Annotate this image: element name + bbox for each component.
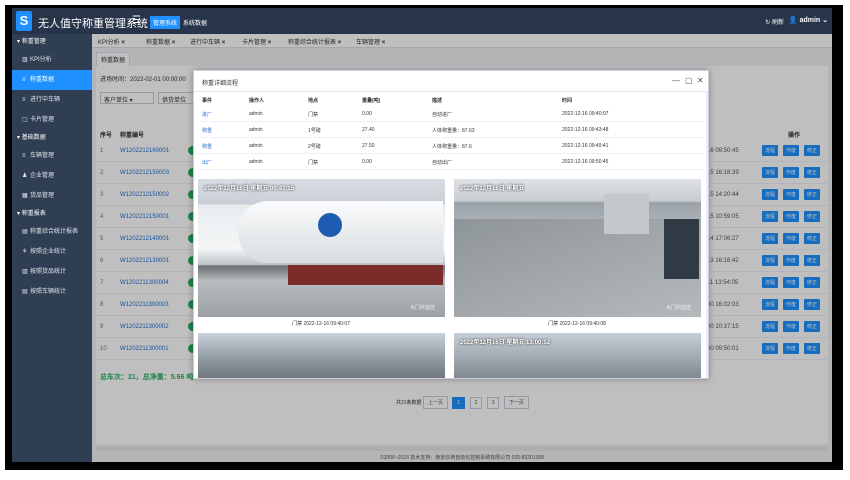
sidebar-item-companies[interactable]: ♟ 企业管理 bbox=[12, 166, 92, 186]
camera-photo-entry-inside[interactable]: 2022年12月16日 星期五 大门内监控 bbox=[454, 179, 701, 317]
app-logo: S bbox=[16, 11, 32, 31]
modal-cell-weight: 0.00 bbox=[362, 159, 372, 165]
modal-cell-event: 进厂 bbox=[202, 112, 213, 118]
user-icon: ♟ bbox=[22, 173, 28, 179]
camera-photo-scale-1[interactable] bbox=[198, 333, 445, 378]
tank-truck-shape bbox=[238, 201, 443, 263]
bar-chart-icon: ▥ bbox=[22, 269, 28, 275]
photo-caption: 门禁 2022-12-16 09:40:08 bbox=[548, 321, 606, 327]
user-menu[interactable]: 👤 admin ⌄ bbox=[789, 16, 828, 24]
modal-cell-location: 门禁 bbox=[308, 112, 319, 118]
sidebar-item-by-vehicle[interactable]: ▤ 按照车辆统计 bbox=[12, 282, 92, 302]
modal-cell-description: 自动出厂 bbox=[432, 160, 453, 166]
modal-cell-time: 2022-12-16 09:43:48 bbox=[562, 127, 609, 133]
sidebar-item-goods[interactable]: ▦ 货品管理 bbox=[12, 186, 92, 206]
photo-timestamp: 2022年12月16日 星期五 13:00:52 bbox=[460, 340, 551, 346]
modal-table-row: 进厂 admin 门禁 0.00 自动进厂 2022-12-16 09:40:07 bbox=[198, 106, 704, 122]
modal-cell-description: 自动进厂 bbox=[432, 112, 453, 118]
sidebar: ▾ 称重管理 ▥ KPI分析 ≡ 称重数据 ≡ 进行中车辆 ▢ 卡片管理 ▾ 基础数据 … bbox=[12, 34, 92, 462]
modal-cell-event: 出厂 bbox=[202, 160, 213, 166]
nav-management[interactable]: 管理系统 bbox=[150, 16, 181, 29]
photo-timestamp: 2022年12月16日 星期五 bbox=[460, 186, 525, 192]
modal-cell-operator: admin bbox=[249, 143, 263, 149]
modal-cell-location: 2号磅 bbox=[308, 144, 321, 150]
app-window: S 无人值守称重管理系统 ☰ 管理系统 系统数据 ↻ 刷新 👤 admin ⌄ … bbox=[12, 8, 832, 462]
modal-cell-weight: 27.40 bbox=[362, 127, 375, 133]
photo-timestamp: 2022年12月16日 星期五 09:43:15 bbox=[204, 186, 295, 192]
user-icon: 👤 bbox=[788, 17, 800, 24]
modal-col-time: 时间 bbox=[562, 98, 573, 104]
process-detail-modal: 称重详细流程 — ▢ ✕ 事件 操作人 地点 重量(吨) 描述 时间 进厂 adm… bbox=[193, 70, 709, 379]
sidebar-item-summary-report[interactable]: ▤ 称重综合统计报表 bbox=[12, 222, 92, 242]
sidebar-group-reports[interactable]: ▾ 称重报表 bbox=[12, 206, 92, 222]
photo-caption: 门禁 2022-12-16 09:40:07 bbox=[292, 321, 350, 327]
refresh-icon: ↻ bbox=[765, 20, 772, 26]
table-icon: ▤ bbox=[22, 229, 28, 235]
refresh-label: 刷新 bbox=[771, 20, 784, 26]
menu-toggle-icon[interactable]: ☰ bbox=[132, 15, 141, 26]
modal-title: 称重详细流程 bbox=[202, 81, 239, 87]
modal-cell-time: 2022-12-16 09:49:41 bbox=[562, 143, 609, 149]
maximize-icon[interactable]: ▢ bbox=[685, 76, 693, 85]
bar-chart-icon: ▥ bbox=[22, 57, 28, 63]
modal-col-weight: 重量(吨) bbox=[362, 98, 381, 104]
photo-watermark: 大门内监控 bbox=[665, 305, 691, 311]
gate-shape bbox=[664, 219, 699, 279]
modal-cell-weight: 0.00 bbox=[362, 111, 372, 117]
sidebar-item-vehicles[interactable]: ≡ 车辆管理 bbox=[12, 146, 92, 166]
sidebar-item-by-company[interactable]: ⚘ 按照企业统计 bbox=[12, 242, 92, 262]
refresh-button[interactable]: ↻ 刷新 bbox=[765, 17, 784, 26]
list-icon: ≡ bbox=[22, 153, 26, 159]
modal-cell-operator: admin bbox=[249, 111, 263, 117]
modal-cell-time: 2022-12-16 09:40:07 bbox=[562, 111, 609, 117]
sidebar-item-kpi[interactable]: ▥ KPI分析 bbox=[12, 50, 92, 70]
modal-col-event: 事件 bbox=[202, 98, 213, 104]
sidebar-group-base-data[interactable]: ▾ 基础数据 bbox=[12, 130, 92, 146]
modal-cell-event: 称重 bbox=[202, 144, 213, 150]
modal-col-location: 地点 bbox=[308, 98, 319, 104]
truck-chassis-shape bbox=[288, 265, 443, 285]
sidebar-item-vehicles-in-progress[interactable]: ≡ 进行中车辆 bbox=[12, 90, 92, 110]
modal-table-row: 出厂 admin 门禁 0.00 自动出厂 2022-12-16 09:50:45 bbox=[198, 154, 704, 170]
modal-cell-event: 称重 bbox=[202, 128, 213, 134]
table-icon: ▤ bbox=[22, 289, 28, 295]
camera-photo-entry-outside[interactable]: 2022年12月16日 星期五 09:43:15 大门外监控 bbox=[198, 179, 445, 317]
modal-col-description: 描述 bbox=[432, 98, 443, 104]
sidebar-item-cards[interactable]: ▢ 卡片管理 bbox=[12, 110, 92, 130]
modal-table-row: 称重 admin 2号磅 27.50 人体称重量：87.6 2022-12-16 09:4… bbox=[198, 138, 704, 154]
grid-icon: ▦ bbox=[22, 193, 28, 199]
top-header: S 无人值守称重管理系统 ☰ 管理系统 系统数据 ↻ 刷新 👤 admin ⌄ bbox=[12, 8, 832, 34]
camera-photo-scale-2[interactable]: 2022年12月16日 星期五 13:00:52 bbox=[454, 333, 701, 378]
nav-system-data[interactable]: 系统数据 bbox=[180, 16, 210, 29]
sidebar-item-weighing-data[interactable]: ≡ 称重数据 bbox=[12, 70, 92, 90]
building-shape bbox=[604, 194, 649, 234]
modal-divider bbox=[194, 91, 708, 92]
photo-watermark: 大门外监控 bbox=[409, 305, 435, 311]
modal-cell-weight: 27.50 bbox=[362, 143, 375, 149]
card-icon: ▢ bbox=[22, 117, 28, 123]
chevron-down-icon: ⌄ bbox=[820, 17, 828, 24]
user-name: admin bbox=[799, 17, 821, 24]
modal-cell-operator: admin bbox=[249, 127, 263, 133]
sidebar-item-by-goods[interactable]: ▥ 按照货品统计 bbox=[12, 262, 92, 282]
modal-scrollbar[interactable] bbox=[706, 92, 708, 378]
modal-cell-location: 门禁 bbox=[308, 160, 319, 166]
tank-logo-mark bbox=[318, 213, 342, 237]
tree-icon: ⚘ bbox=[22, 249, 28, 255]
modal-cell-description: 人体称重量：87.63 bbox=[432, 128, 475, 134]
modal-cell-location: 1号磅 bbox=[308, 128, 321, 134]
modal-col-operator: 操作人 bbox=[249, 98, 265, 104]
modal-cell-time: 2022-12-16 09:50:45 bbox=[562, 159, 609, 165]
list-icon: ≡ bbox=[22, 77, 26, 83]
list-icon: ≡ bbox=[22, 97, 26, 103]
modal-table-row: 称重 admin 1号磅 27.40 人体称重量：87.63 2022-12-16 09:… bbox=[198, 122, 704, 138]
modal-cell-operator: admin bbox=[249, 159, 263, 165]
close-icon[interactable]: ✕ bbox=[697, 76, 704, 85]
modal-cell-description: 人体称重量：87.6 bbox=[432, 144, 472, 150]
minimize-icon[interactable]: — bbox=[672, 76, 680, 85]
sidebar-group-weighing[interactable]: ▾ 称重管理 bbox=[12, 34, 92, 50]
